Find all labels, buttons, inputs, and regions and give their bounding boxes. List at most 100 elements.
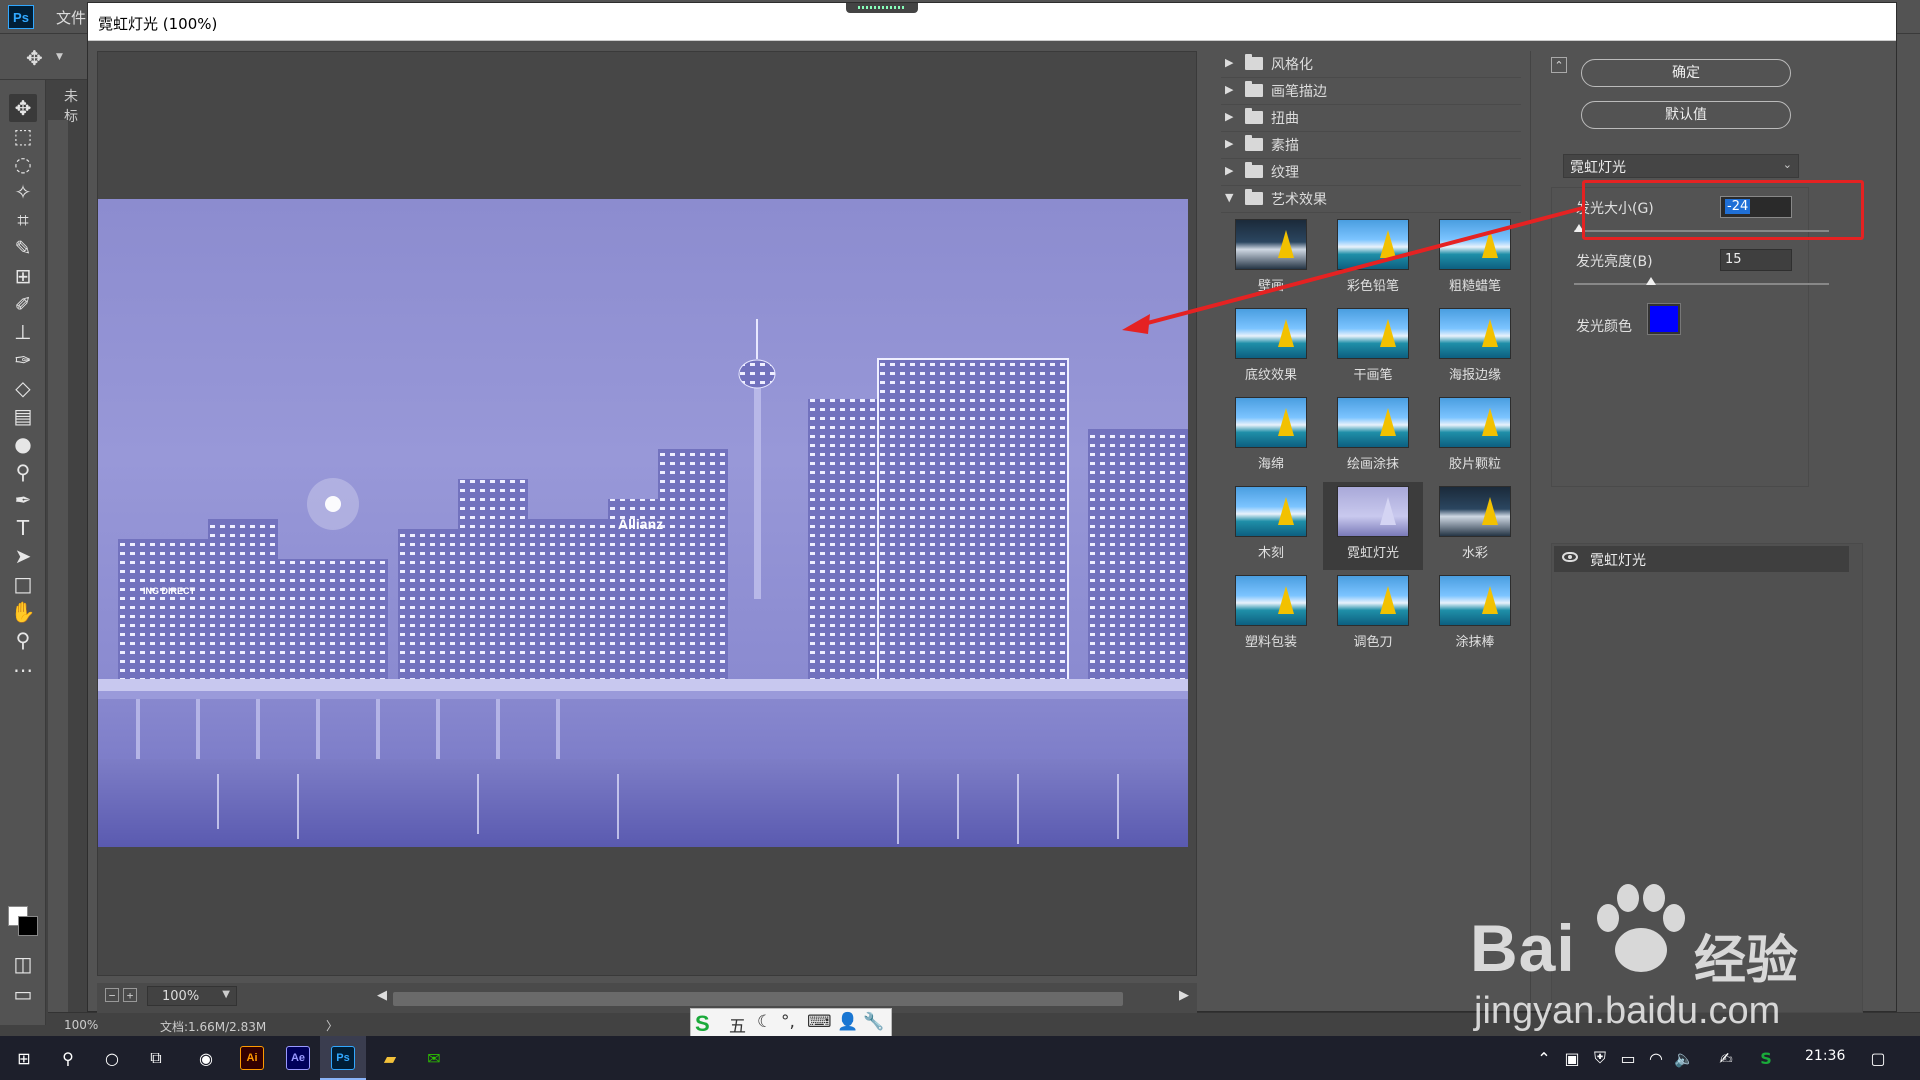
crop-tool-icon[interactable]: ⌗ <box>9 206 37 234</box>
type-tool-icon[interactable]: T <box>9 514 37 542</box>
glow-brightness-slider-handle[interactable] <box>1645 277 1656 285</box>
punctuation-icon[interactable]: °, <box>781 1012 795 1032</box>
screen-mode-icon[interactable]: ▭ <box>9 980 37 1008</box>
filter-thumb-neon-glow[interactable]: 霓虹灯光 <box>1323 482 1423 570</box>
filter-thumb-colored-pencil[interactable]: 彩色铅笔 <box>1323 215 1423 303</box>
filter-thumb-rough-pastels[interactable]: 粗糙蜡笔 <box>1425 215 1525 303</box>
filter-thumb-plastic-wrap[interactable]: 塑料包装 <box>1221 571 1321 659</box>
filter-thumb-poster-edges[interactable]: 海报边缘 <box>1425 304 1525 392</box>
pen-tool-icon[interactable]: ✒ <box>9 486 37 514</box>
category-stylize[interactable]: ▶ 风格化 <box>1221 51 1521 78</box>
filter-thumb-palette-knife[interactable]: 调色刀 <box>1323 571 1423 659</box>
shield-icon[interactable]: ⛨ <box>1586 1044 1614 1072</box>
category-artistic[interactable]: ▼ 艺术效果 <box>1221 186 1521 213</box>
category-texture[interactable]: ▶ 纹理 <box>1221 159 1521 186</box>
thumb-label: 霓虹灯光 <box>1346 546 1399 561</box>
horizontal-scrollbar[interactable] <box>393 992 1123 1006</box>
volume-icon[interactable]: 🔈 <box>1670 1044 1698 1072</box>
move-tool-icon[interactable]: ✥ <box>9 94 37 122</box>
eyedropper-tool-icon[interactable]: ✎ <box>9 234 37 262</box>
wechat-icon[interactable]: ✉ <box>420 1044 448 1072</box>
filter-thumb-underpainting[interactable]: 底纹效果 <box>1221 304 1321 392</box>
zoom-select[interactable]: 100% ▼ <box>147 986 237 1006</box>
glow-brightness-input[interactable]: 15 <box>1720 249 1792 271</box>
chevron-down-icon: ⌄ <box>1782 158 1792 171</box>
filter-thumb-paint-daubs[interactable]: 绘画涂抹 <box>1323 393 1423 481</box>
after-effects-icon[interactable]: Ae <box>286 1046 310 1070</box>
background-color-swatch[interactable] <box>18 916 38 936</box>
zoom-in-button[interactable]: + <box>123 988 137 1002</box>
ok-button[interactable]: 确定 <box>1581 59 1791 87</box>
default-button[interactable]: 默认值 <box>1581 101 1791 129</box>
history-brush-tool-icon[interactable]: ✑ <box>9 346 37 374</box>
brush-tool-icon[interactable]: ✐ <box>9 290 37 318</box>
scroll-right-icon[interactable]: ▶ <box>1179 988 1189 1003</box>
pen-icon[interactable]: ✍ <box>1712 1044 1740 1072</box>
search-icon[interactable]: ⚲ <box>54 1044 82 1072</box>
filter-thumb-cutout[interactable]: 木刻 <box>1221 482 1321 570</box>
filter-thumb-dry-brush[interactable]: 干画笔 <box>1323 304 1423 392</box>
illustrator-icon[interactable]: Ai <box>240 1046 264 1070</box>
eraser-tool-icon[interactable]: ◇ <box>9 374 37 402</box>
battery-icon[interactable]: ▭ <box>1614 1044 1642 1072</box>
document-tab[interactable]: 未标 <box>48 80 88 125</box>
stamp-tool-icon[interactable]: ⊥ <box>9 318 37 346</box>
taskbar-clock[interactable]: 21:36 <box>1805 1048 1845 1064</box>
magic-wand-tool-icon[interactable]: ✧ <box>9 178 37 206</box>
keyboard-icon[interactable]: ⌨ <box>807 1012 832 1032</box>
marquee-tool-icon[interactable]: ⬚ <box>9 122 37 150</box>
photoshop-taskbar-icon[interactable]: Ps <box>331 1046 355 1070</box>
rectangle-tool-icon[interactable]: □ <box>9 570 37 598</box>
healing-tool-icon[interactable]: ⊞ <box>9 262 37 290</box>
expand-arrow-icon: ▶ <box>1225 137 1234 150</box>
tray-app-icon[interactable]: ▣ <box>1558 1044 1586 1072</box>
path-select-tool-icon[interactable]: ➤ <box>9 542 37 570</box>
network-icon[interactable]: ◠ <box>1642 1044 1670 1072</box>
filter-thumb-fresco[interactable]: 壁画 <box>1221 215 1321 303</box>
chevron-down-icon: ▼ <box>222 989 230 1000</box>
filter-select[interactable]: 霓虹灯光 ⌄ <box>1563 154 1799 178</box>
filter-thumb-smudge-stick[interactable]: 涂抹棒 <box>1425 571 1525 659</box>
effect-layer-row[interactable]: 霓虹灯光 <box>1554 546 1849 572</box>
cortana-icon[interactable]: ○ <box>98 1044 126 1072</box>
preview-area[interactable]: Allianz ING DIRECT <box>97 51 1197 976</box>
task-view-icon[interactable]: ⧉ <box>142 1044 170 1072</box>
moon-icon[interactable]: ☾ <box>757 1012 772 1032</box>
ime-mode[interactable]: 五 <box>729 1012 746 1037</box>
category-distort[interactable]: ▶ 扭曲 <box>1221 105 1521 132</box>
blur-tool-icon[interactable]: ● <box>9 430 37 458</box>
glow-color-swatch[interactable] <box>1647 303 1681 335</box>
sogou-tray-icon[interactable]: S <box>1752 1044 1780 1072</box>
gradient-tool-icon[interactable]: ▤ <box>9 402 37 430</box>
status-expand-icon[interactable]: 〉 <box>326 1017 338 1034</box>
chevron-down-icon[interactable]: ▼ <box>56 52 63 62</box>
user-icon[interactable]: 👤 <box>837 1012 858 1032</box>
scroll-left-icon[interactable]: ◀ <box>377 988 387 1003</box>
filter-thumb-watercolor[interactable]: 水彩 <box>1425 482 1525 570</box>
menu-file[interactable]: 文件 <box>56 7 86 28</box>
more-tools-icon[interactable]: ⋯ <box>9 656 37 684</box>
sogou-logo-icon[interactable]: S <box>695 1011 723 1037</box>
zoom-tool-icon[interactable]: ⚲ <box>9 626 37 654</box>
wrench-icon[interactable]: 🔧 <box>863 1012 884 1032</box>
filter-thumb-sponge[interactable]: 海绵 <box>1221 393 1321 481</box>
tray-chevron-icon[interactable]: ⌃ <box>1530 1044 1558 1072</box>
notification-icon[interactable]: ▢ <box>1864 1044 1892 1072</box>
filter-thumb-film-grain[interactable]: 胶片颗粒 <box>1425 393 1525 481</box>
eye-icon[interactable] <box>1562 552 1578 562</box>
category-sketch[interactable]: ▶ 素描 <box>1221 132 1521 159</box>
dialog-titlebar[interactable]: 霓虹灯光 (100%) <box>88 3 1896 41</box>
move-tool-icon[interactable]: ✥ <box>26 46 43 70</box>
windows-start-icon[interactable]: ⊞ <box>10 1044 38 1072</box>
file-explorer-icon[interactable]: ▰ <box>376 1044 404 1072</box>
hand-tool-icon[interactable]: ✋ <box>9 598 37 626</box>
glow-brightness-slider-track[interactable] <box>1574 283 1829 285</box>
chrome-icon[interactable]: ◉ <box>192 1044 220 1072</box>
lasso-tool-icon[interactable]: ◌ <box>9 150 37 178</box>
category-brush-strokes[interactable]: ▶ 画笔描边 <box>1221 78 1521 105</box>
dodge-tool-icon[interactable]: ⚲ <box>9 458 37 486</box>
collapse-gallery-icon[interactable]: ⌃ <box>1551 57 1567 73</box>
quick-mask-icon[interactable]: ◫ <box>9 950 37 978</box>
dialog-drag-handle-icon[interactable] <box>846 3 918 13</box>
zoom-out-button[interactable]: − <box>105 988 119 1002</box>
